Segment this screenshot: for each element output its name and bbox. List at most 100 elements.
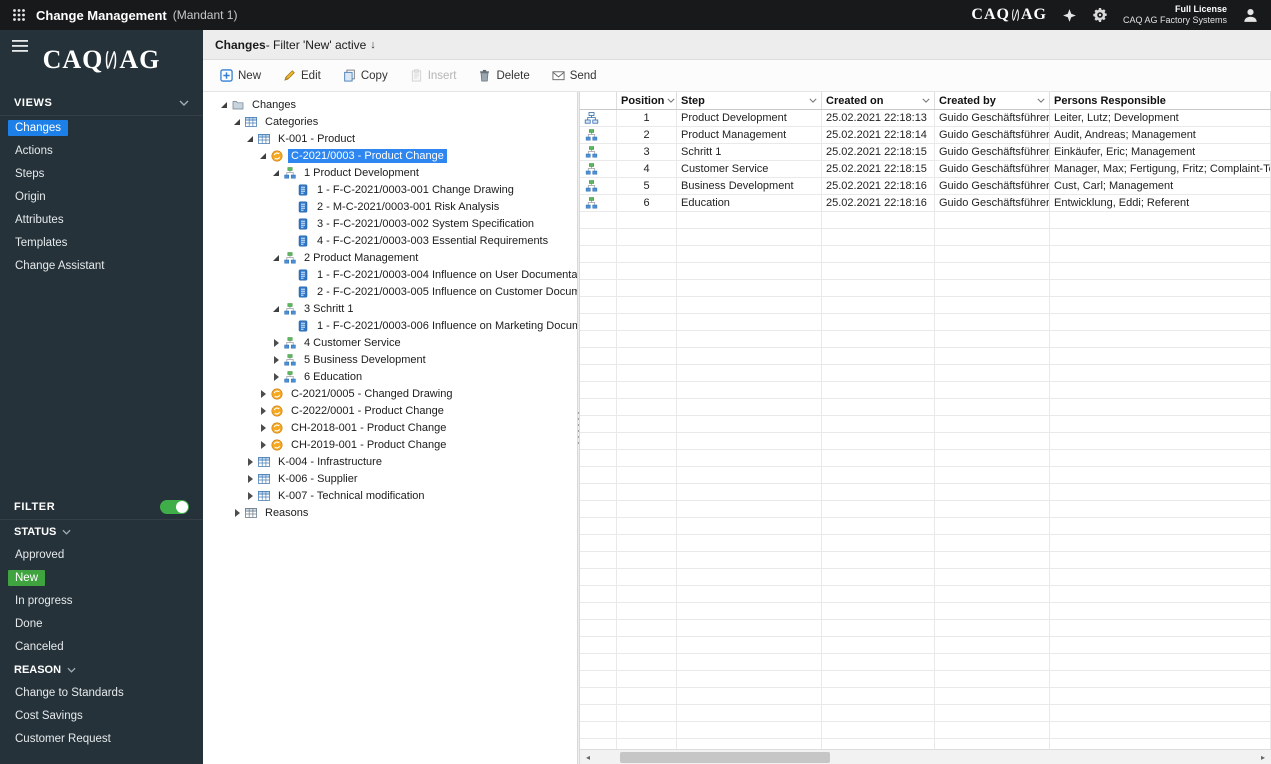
panel-splitter[interactable]: [577, 92, 580, 764]
sidebar-item-approved[interactable]: Approved: [0, 543, 203, 566]
expand-arrow-icon[interactable]: [259, 423, 269, 433]
collapse-arrow-icon[interactable]: [233, 117, 243, 127]
sidebar-item-customer-request[interactable]: Customer Request: [0, 727, 203, 750]
expand-arrow-icon[interactable]: [272, 372, 282, 382]
tree-item-6-education[interactable]: 6 Education: [203, 368, 577, 385]
user-icon[interactable]: [1242, 7, 1259, 24]
tree-item-k-006-supplier[interactable]: K-006 - Supplier: [203, 470, 577, 487]
tree-item-3-f-c-2021-0003-002-system-specification[interactable]: 3 - F-C-2021/0003-002 System Specificati…: [203, 215, 577, 232]
edit-button[interactable]: Edit: [276, 65, 328, 86]
tree-item-1-product-development[interactable]: 1 Product Development: [203, 164, 577, 181]
table-row[interactable]: 6 Education 25.02.2021 22:18:16 Guido Gesch…: [580, 195, 1271, 212]
column-header-created-on[interactable]: Created on: [822, 92, 935, 109]
expand-arrow-icon[interactable]: [259, 440, 269, 450]
expand-arrow-icon[interactable]: [272, 355, 282, 365]
views-section-header[interactable]: VIEWS: [0, 90, 203, 116]
sidebar-item-actions[interactable]: Actions: [0, 139, 203, 162]
horizontal-scrollbar[interactable]: ◂ ▸: [580, 749, 1271, 764]
table-row[interactable]: 4 Customer Service 25.02.2021 22:18:15 Guid…: [580, 161, 1271, 178]
favorites-icon[interactable]: [1062, 8, 1077, 23]
sidebar-item-change-assistant[interactable]: Change Assistant: [0, 254, 203, 277]
scrollbar-track[interactable]: [596, 750, 1255, 764]
tree-item-k-001-product[interactable]: K-001 - Product: [203, 130, 577, 147]
tree-item-4-f-c-2021-0003-003-essential-requirements[interactable]: 4 - F-C-2021/0003-003 Essential Requirem…: [203, 232, 577, 249]
sidebar-item-attributes[interactable]: Attributes: [0, 208, 203, 231]
tree-item-ch-2019-001-product-change[interactable]: CH-2019-001 - Product Change: [203, 436, 577, 453]
table-empty-row: [580, 399, 1271, 416]
created-on-cell: [822, 671, 935, 687]
sidebar-item-cost-savings[interactable]: Cost Savings: [0, 704, 203, 727]
filter-toggle[interactable]: [160, 499, 189, 514]
delete-button[interactable]: Delete: [471, 65, 536, 86]
tree-item-3-schritt-1[interactable]: 3 Schritt 1: [203, 300, 577, 317]
tree-item-2-m-c-2021-0003-001-risk-analysis[interactable]: 2 - M-C-2021/0003-001 Risk Analysis: [203, 198, 577, 215]
scrollbar-thumb[interactable]: [620, 752, 830, 763]
column-header-step[interactable]: Step: [677, 92, 822, 109]
expand-arrow-icon[interactable]: [246, 474, 256, 484]
sidebar-item-steps[interactable]: Steps: [0, 162, 203, 185]
scroll-right-arrow-icon[interactable]: ▸: [1255, 750, 1271, 764]
expand-arrow-icon[interactable]: [272, 338, 282, 348]
sidebar-item-changes[interactable]: Changes: [0, 116, 203, 139]
expand-arrow-icon[interactable]: [246, 491, 256, 501]
tree-item-ch-2018-001-product-change[interactable]: CH-2018-001 - Product Change: [203, 419, 577, 436]
sidebar-item-change-to-standards[interactable]: Change to Standards: [0, 681, 203, 704]
column-header-persons-responsible[interactable]: Persons Responsible: [1050, 92, 1271, 109]
tree-item-c-2022-0001-product-change[interactable]: C-2022/0001 - Product Change: [203, 402, 577, 419]
sidebar-item-origin[interactable]: Origin: [0, 185, 203, 208]
collapse-arrow-icon[interactable]: [272, 168, 282, 178]
hamburger-menu-icon[interactable]: [12, 40, 28, 52]
column-filter-arrow-icon[interactable]: [664, 98, 675, 103]
tree-item-2-product-management[interactable]: 2 Product Management: [203, 249, 577, 266]
new-button[interactable]: New: [213, 65, 268, 86]
tree-item-1-f-c-2021-0003-006-influence-on-marketing-documentation[interactable]: 1 - F-C-2021/0003-006 Influence on Marke…: [203, 317, 577, 334]
apps-grid-icon[interactable]: [12, 8, 26, 22]
tree-item-4-customer-service[interactable]: 4 Customer Service: [203, 334, 577, 351]
tree-item-c-2021-0003-product-change[interactable]: C-2021/0003 - Product Change: [203, 147, 577, 164]
tree-item-c-2021-0005-changed-drawing[interactable]: C-2021/0005 - Changed Drawing: [203, 385, 577, 402]
scroll-left-arrow-icon[interactable]: ◂: [580, 750, 596, 764]
table-row[interactable]: 5 Business Development 25.02.2021 22:18:16…: [580, 178, 1271, 195]
status-group-header[interactable]: STATUS: [0, 520, 203, 543]
step-cell: Education: [677, 195, 822, 211]
table-row[interactable]: 3 Schritt 1 25.02.2021 22:18:15 Guido Gesch…: [580, 144, 1271, 161]
expand-arrow-icon[interactable]: [233, 508, 243, 518]
table-row[interactable]: 2 Product Management 25.02.2021 22:18:14 Gu…: [580, 127, 1271, 144]
tree-item-2-f-c-2021-0003-005-influence-on-customer-documentation[interactable]: 2 - F-C-2021/0003-005 Influence on Custo…: [203, 283, 577, 300]
tree-item-changes[interactable]: Changes: [203, 96, 577, 113]
collapse-arrow-icon[interactable]: [246, 134, 256, 144]
tree-item-1-f-c-2021-0003-001-change-drawing[interactable]: 1 - F-C-2021/0003-001 Change Drawing: [203, 181, 577, 198]
column-filter-arrow-icon[interactable]: [919, 98, 930, 103]
sidebar-item-done[interactable]: Done: [0, 612, 203, 635]
collapse-arrow-icon[interactable]: [259, 151, 269, 161]
tree-item-1-f-c-2021-0003-004-influence-on-user-documentation[interactable]: 1 - F-C-2021/0003-004 Influence on User …: [203, 266, 577, 283]
sidebar-item-templates[interactable]: Templates: [0, 231, 203, 254]
tree-item-k-004-infrastructure[interactable]: K-004 - Infrastructure: [203, 453, 577, 470]
expand-arrow-icon[interactable]: [246, 457, 256, 467]
column-filter-arrow-icon[interactable]: [806, 98, 817, 103]
column-header-icon[interactable]: [580, 92, 617, 109]
expand-arrow-icon[interactable]: [259, 389, 269, 399]
sidebar-item-canceled[interactable]: Canceled: [0, 635, 203, 658]
send-button[interactable]: Send: [545, 65, 604, 86]
column-header-created-by[interactable]: Created by: [935, 92, 1050, 109]
persons-responsible-cell: Leiter, Lutz; Development: [1050, 110, 1271, 126]
tree-item-k-007-technical-modification[interactable]: K-007 - Technical modification: [203, 487, 577, 504]
sidebar-item-in-progress[interactable]: In progress: [0, 589, 203, 612]
collapse-arrow-icon[interactable]: [220, 100, 230, 110]
copy-button[interactable]: Copy: [336, 65, 395, 86]
tree-item-reasons[interactable]: Reasons: [203, 504, 577, 521]
column-filter-arrow-icon[interactable]: [1034, 98, 1045, 103]
sidebar-item-new[interactable]: New: [0, 566, 203, 589]
expand-arrow-icon[interactable]: [259, 406, 269, 416]
collapse-arrow-icon[interactable]: [272, 304, 282, 314]
table-row[interactable]: 1 Product Development 25.02.2021 22:18:13 G…: [580, 110, 1271, 127]
tree-item-label: K-001 - Product: [278, 132, 356, 145]
column-header-position[interactable]: Position: [617, 92, 677, 109]
settings-gear-icon[interactable]: [1092, 7, 1108, 23]
tree-item-categories[interactable]: Categories: [203, 113, 577, 130]
tree-item-5-business-development[interactable]: 5 Business Development: [203, 351, 577, 368]
reason-group-header[interactable]: REASON: [0, 658, 203, 681]
collapse-arrow-icon[interactable]: [272, 253, 282, 263]
